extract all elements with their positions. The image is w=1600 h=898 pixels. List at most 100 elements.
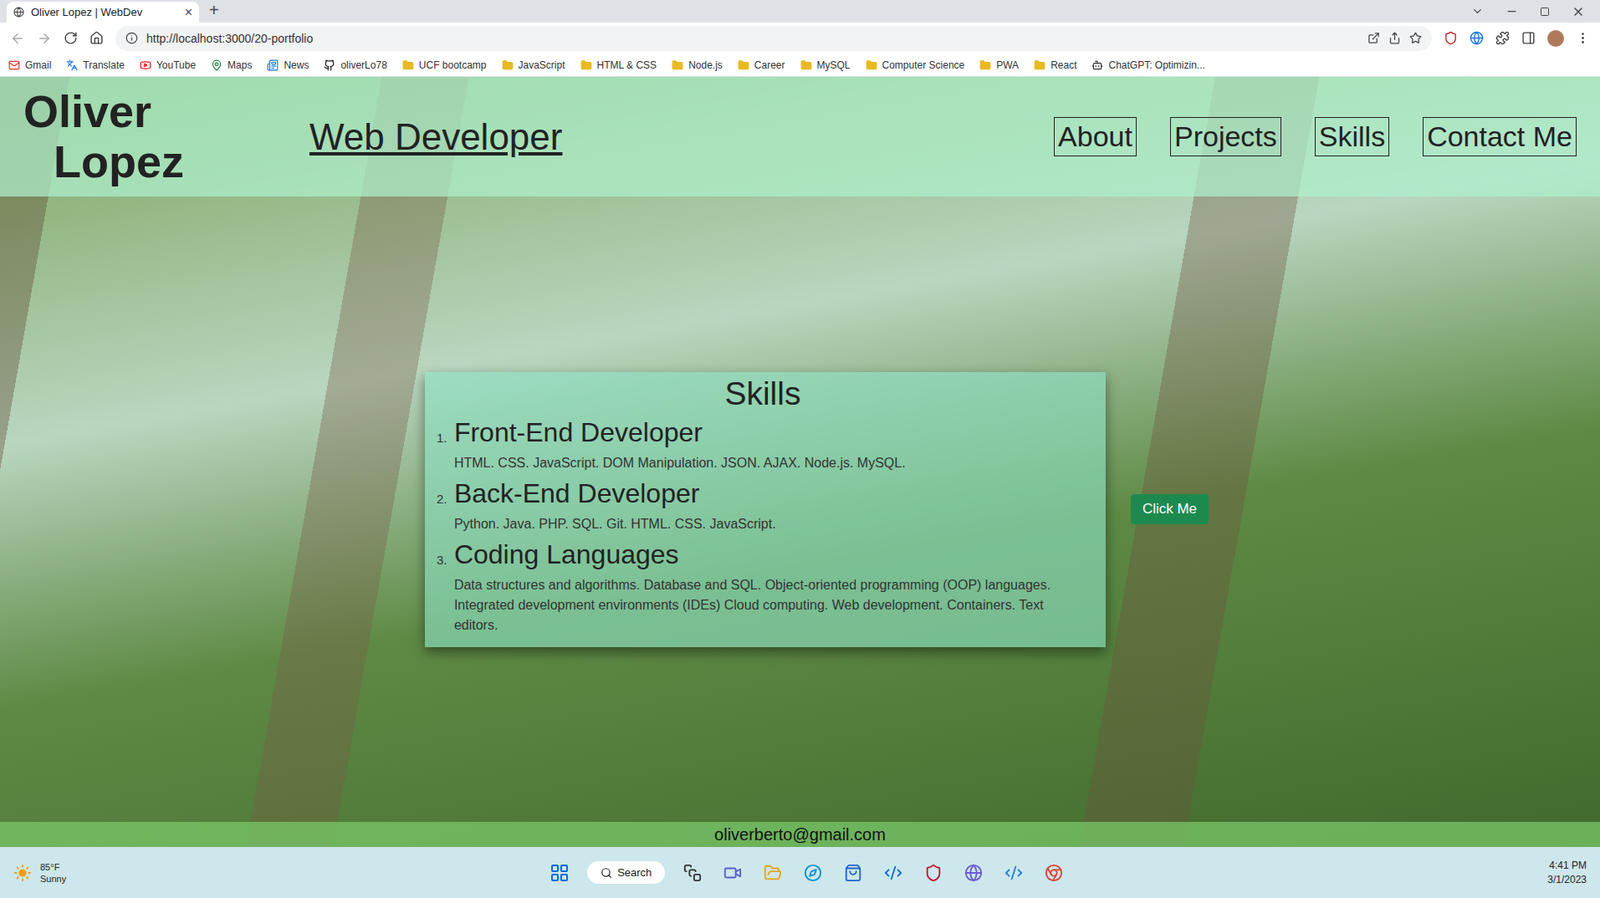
bookmark[interactable]: Computer Science	[865, 59, 966, 72]
tab-title: Oliver Lopez | WebDev	[30, 5, 179, 19]
bookmark[interactable]: React	[1033, 59, 1077, 72]
bookmark[interactable]: Node.js	[671, 59, 723, 72]
bookmark[interactable]: YouTube	[139, 59, 196, 72]
close-icon[interactable]	[1571, 5, 1585, 19]
bookmarks-bar: Gmail Translate YouTube Maps News oliverLo78 U…	[0, 53, 1600, 77]
home-icon[interactable]	[89, 30, 104, 46]
puzzle-icon[interactable]	[1495, 30, 1510, 46]
skill-title: Front-End Developer	[454, 417, 906, 449]
store-icon[interactable]	[840, 860, 866, 886]
extension-icon[interactable]	[1469, 30, 1484, 46]
bookmark[interactable]: ChatGPT: Optimizin...	[1091, 59, 1205, 72]
vscode-icon[interactable]	[1001, 860, 1027, 886]
bookmark[interactable]: UCF bootcamp	[402, 59, 487, 72]
bookmark[interactable]: News	[266, 59, 309, 72]
bookmark[interactable]: MySQL	[800, 59, 851, 72]
app-icon[interactable]	[880, 860, 906, 886]
edge-icon[interactable]	[800, 860, 826, 886]
taskbar: 85°FSunny Search 4:41 PM 3/1/2023	[0, 847, 1600, 898]
task-view-icon[interactable]	[679, 860, 706, 886]
start-icon[interactable]	[546, 860, 573, 886]
mail-icon	[8, 59, 21, 72]
favicon-icon	[13, 6, 25, 18]
nav-link[interactable]: About	[1053, 117, 1137, 157]
translate-icon	[66, 59, 78, 72]
forward-icon[interactable]	[36, 30, 52, 47]
weather[interactable]: 85°FSunny	[13, 862, 67, 885]
skill-title: Back-End Developer	[454, 478, 777, 510]
date: 3/1/2023	[1547, 874, 1587, 886]
nav-link[interactable]: Projects	[1170, 117, 1282, 157]
nav: About Projects Skills Contact Me	[1053, 117, 1577, 157]
url: http://localhost:3000/20-portfolio	[146, 31, 1360, 46]
skill-item: 1.Front-End DeveloperHTML. CSS. JavaScri…	[436, 417, 1089, 474]
bookmark[interactable]: Career	[737, 59, 786, 72]
news-icon	[266, 59, 279, 72]
bookmark[interactable]: JavaScript	[501, 59, 566, 72]
bookmark[interactable]: PWA	[979, 59, 1019, 72]
tab-bar: Oliver Lopez | WebDev × +	[0, 0, 1600, 23]
open-external-icon[interactable]	[1367, 31, 1381, 45]
bookmark[interactable]: oliverLo78	[323, 59, 387, 72]
new-tab-button[interactable]: +	[204, 0, 225, 23]
back-icon[interactable]	[10, 30, 26, 47]
clock[interactable]: 4:41 PM 3/1/2023	[1547, 859, 1587, 886]
skills-card: Skills 1.Front-End DeveloperHTML. CSS. Ja…	[424, 372, 1106, 648]
mcafee-icon[interactable]	[920, 860, 946, 886]
site-name: OliverLopez	[23, 86, 185, 187]
address-bar[interactable]: http://localhost:3000/20-portfolio	[115, 25, 1432, 52]
weather-condition: Sunny	[40, 874, 67, 885]
page: OliverLopez Web Developer About Projects Ski…	[0, 76, 1600, 848]
browser-tab[interactable]: Oliver Lopez | WebDev ×	[6, 1, 200, 23]
bot-icon	[1091, 59, 1104, 72]
star-icon[interactable]	[1409, 31, 1422, 45]
restore-icon[interactable]	[1539, 6, 1550, 17]
nav-link[interactable]: Contact Me	[1422, 117, 1577, 157]
tab-close[interactable]: ×	[184, 5, 193, 20]
chevron-down-icon[interactable]	[1471, 5, 1484, 18]
skill-number: 1.	[436, 417, 448, 474]
bookmark[interactable]: HTML & CSS	[580, 59, 658, 72]
taskbar-apps: Search	[66, 860, 1548, 886]
minimize-icon[interactable]	[1505, 5, 1519, 18]
reload-icon[interactable]	[63, 30, 78, 46]
site-title[interactable]: Web Developer	[309, 116, 563, 159]
map-icon	[210, 59, 223, 72]
skill-number: 3.	[436, 539, 448, 636]
folder-icon	[979, 59, 992, 72]
skill-text: Data structures and algorithms. Database…	[454, 575, 1089, 636]
github-icon	[323, 59, 336, 72]
click-me-button[interactable]: Click Me	[1130, 494, 1209, 525]
folder-icon	[737, 59, 750, 72]
share-icon[interactable]	[1388, 31, 1401, 45]
time: 4:41 PM	[1548, 859, 1587, 872]
taskbar-search[interactable]: Search	[587, 861, 665, 885]
chrome-icon[interactable]	[1041, 860, 1067, 886]
skill-title: Coding Languages	[454, 539, 1089, 571]
side-panel-icon[interactable]	[1521, 30, 1536, 46]
skill-item: 3.Coding Languages Data structures and al…	[436, 539, 1089, 636]
temperature: 85°F	[40, 862, 67, 873]
main: Skills 1.Front-End DeveloperHTML. CSS. Ja…	[0, 196, 1600, 823]
menu-icon[interactable]	[1575, 30, 1590, 46]
bookmark[interactable]: Maps	[210, 59, 252, 72]
video-icon	[139, 59, 152, 72]
folder-icon	[1033, 59, 1046, 72]
address-row: http://localhost:3000/20-portfolio	[0, 22, 1600, 54]
bookmark[interactable]: Gmail	[8, 59, 52, 72]
skills-heading: Skills	[436, 375, 1089, 413]
folder-icon	[402, 59, 415, 72]
folder-icon	[580, 59, 593, 72]
site-footer: oliverberto@gmail.com	[0, 822, 1600, 848]
extension-icon[interactable]	[1443, 30, 1458, 46]
bookmark[interactable]: Translate	[66, 59, 125, 72]
nav-link[interactable]: Skills	[1314, 117, 1390, 157]
window-controls	[1456, 5, 1600, 19]
file-explorer-icon[interactable]	[760, 860, 786, 886]
folder-icon	[865, 59, 878, 72]
profile-avatar[interactable]	[1547, 30, 1565, 47]
site-info-icon[interactable]	[125, 31, 139, 45]
app-icon[interactable]	[961, 860, 987, 886]
site-header: OliverLopez Web Developer About Projects Ski…	[0, 76, 1600, 197]
chat-icon[interactable]	[720, 860, 746, 886]
